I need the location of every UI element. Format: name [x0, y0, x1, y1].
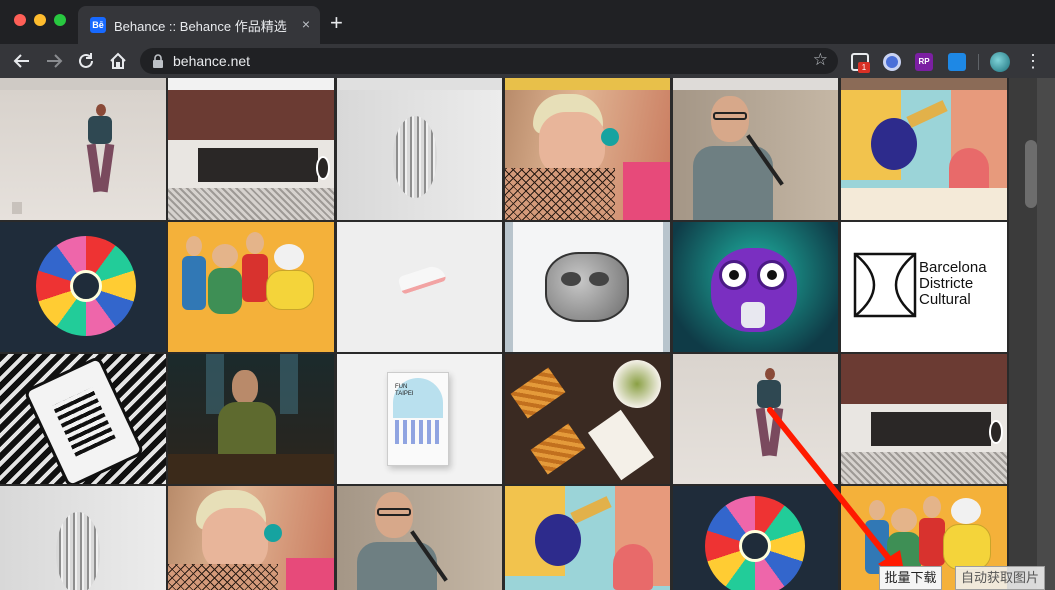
window-maximize-button[interactable]: [54, 14, 66, 26]
logo-line: Districte: [919, 275, 974, 292]
red-arrow-annotation: [767, 407, 906, 582]
gallery-tile[interactable]: [505, 486, 670, 590]
gallery-tile[interactable]: [673, 90, 838, 220]
tab-strip: Bē Behance :: Behance 作品精选 × +: [0, 0, 1055, 44]
tab-behance[interactable]: Bē Behance :: Behance 作品精选 ×: [78, 6, 320, 44]
gallery-top-strip: [0, 78, 1009, 90]
auto-fetch-images-button[interactable]: 自动获取图片: [955, 566, 1045, 590]
logo-line: Barcelona: [919, 259, 987, 276]
gallery-tile[interactable]: [337, 90, 502, 220]
book-title: FUN TAIPEI: [395, 384, 414, 397]
gallery-tile[interactable]: [168, 486, 334, 590]
gallery-tile[interactable]: [337, 222, 502, 352]
profile-avatar[interactable]: [990, 52, 1010, 72]
gallery-tile[interactable]: FUN TAIPEI: [337, 354, 502, 484]
reload-icon[interactable]: [75, 50, 97, 72]
behance-favicon-icon: Bē: [90, 17, 106, 33]
gallery-tile[interactable]: [168, 90, 334, 220]
extension-rp-icon[interactable]: RP: [915, 53, 933, 71]
toolbar-divider: [978, 54, 979, 70]
gallery-tile[interactable]: [505, 222, 670, 352]
window-close-button[interactable]: [14, 14, 26, 26]
forward-arrow-icon[interactable]: [43, 50, 65, 72]
menu-icon[interactable]: ⋮: [1024, 50, 1042, 72]
gallery-tile[interactable]: [337, 486, 502, 590]
home-icon[interactable]: [107, 50, 129, 72]
gallery-tile[interactable]: [505, 90, 670, 220]
gallery-tile[interactable]: [841, 90, 1007, 220]
gallery-tile[interactable]: [505, 354, 670, 484]
gallery-tile[interactable]: [168, 222, 334, 352]
window-minimize-button[interactable]: [34, 14, 46, 26]
gallery-tile[interactable]: [0, 90, 166, 220]
tab-close-icon[interactable]: ×: [302, 16, 310, 32]
gallery-tile[interactable]: [0, 486, 166, 590]
batch-download-button[interactable]: 批量下载: [879, 566, 942, 590]
page-scrollbar-thumb[interactable]: [1025, 140, 1037, 208]
gallery-tile[interactable]: [168, 354, 334, 484]
extension-share-icon[interactable]: [948, 53, 966, 71]
side-panel: [1037, 78, 1055, 590]
back-arrow-icon[interactable]: [11, 50, 33, 72]
extension-circle-icon[interactable]: [883, 53, 901, 71]
gallery-tile[interactable]: [673, 222, 838, 352]
tab-title: Behance :: Behance 作品精选: [114, 19, 287, 34]
lock-icon[interactable]: [150, 53, 166, 69]
gallery-tile[interactable]: [0, 354, 166, 484]
bookmark-star-icon[interactable]: ☆: [813, 50, 828, 70]
logo-line: Cultural: [919, 291, 971, 308]
address-bar[interactable]: behance.net ☆: [140, 48, 838, 74]
browser-toolbar: behance.net ☆ RP ⋮: [0, 44, 1055, 78]
gallery-tile[interactable]: [0, 222, 166, 352]
url-text: behance.net: [173, 53, 251, 69]
gallery-tile[interactable]: Barcelona Districte Cultural: [841, 222, 1007, 352]
barcelona-logo-icon: [853, 252, 917, 318]
new-tab-button[interactable]: +: [330, 12, 343, 34]
extension-badge: 1: [858, 62, 870, 73]
